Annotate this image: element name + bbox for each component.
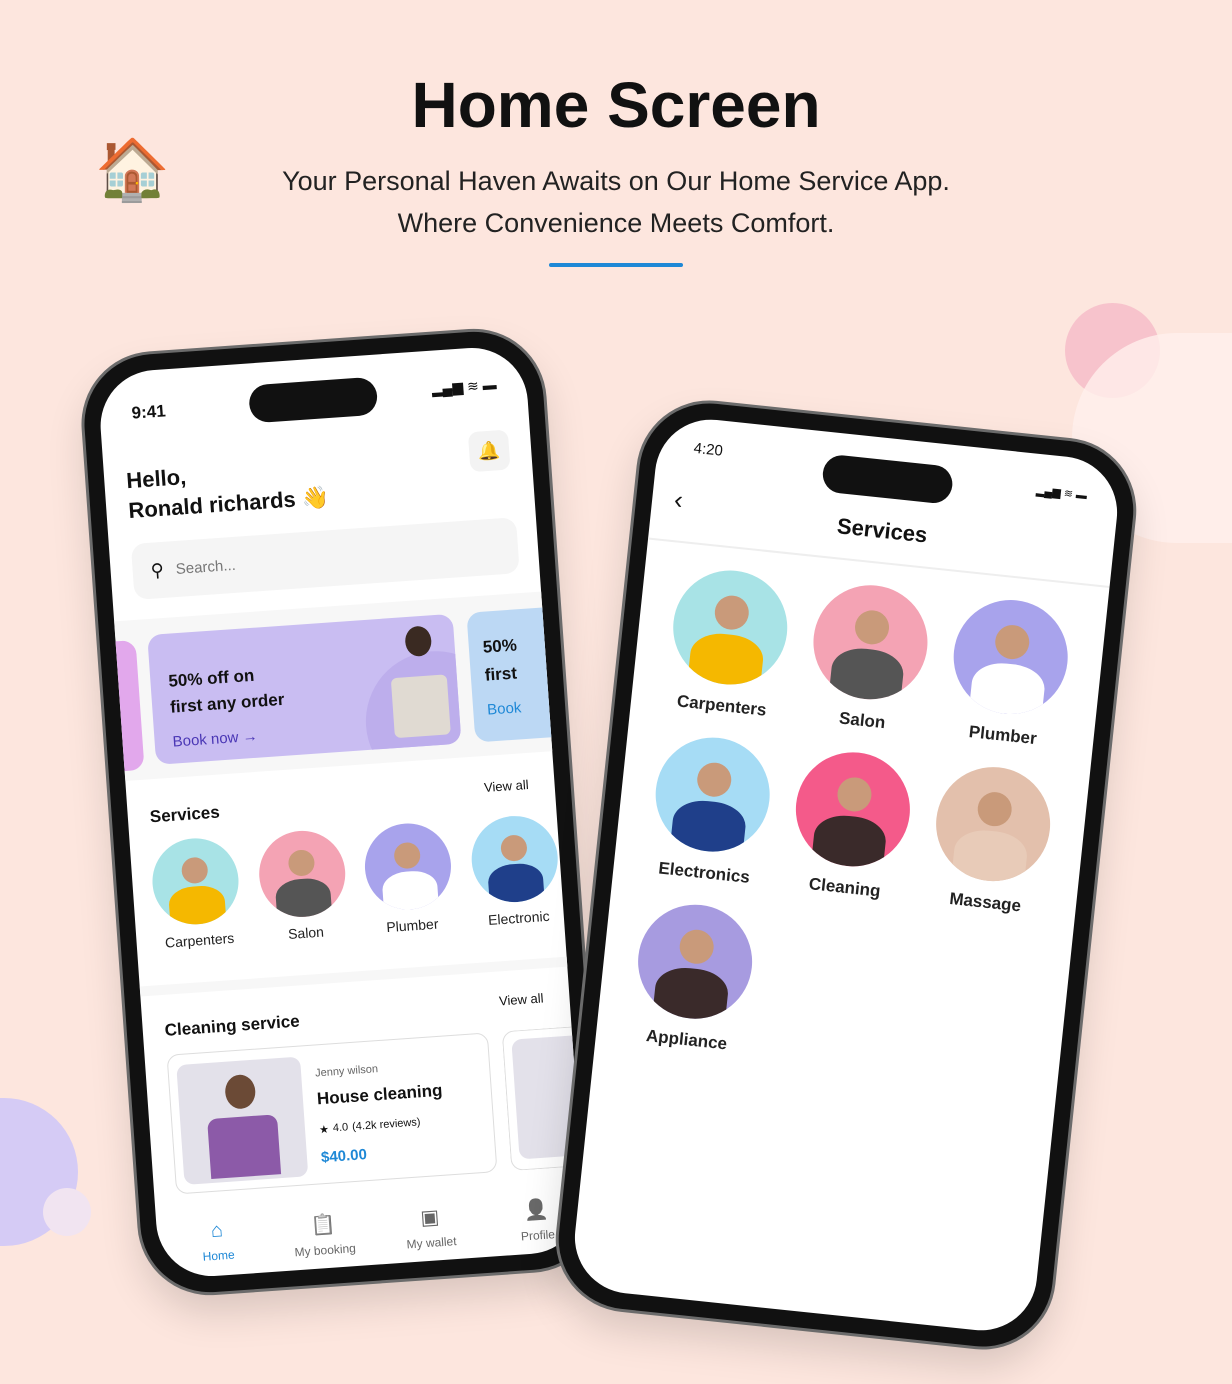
card-rating: ★ 4.0 (4.2k reviews) <box>319 1116 421 1136</box>
banner-next[interactable]: 50% first Book <box>466 606 564 743</box>
bottom-nav: ⌂ Home 📋 My booking ▣ My wallet 👤 Profile <box>176 1195 578 1268</box>
subtitle-line2: Where Convenience Meets Comfort. <box>397 208 835 238</box>
service-item[interactable]: Salon <box>254 828 351 944</box>
greeting: Hello, <box>125 464 187 494</box>
services-list: Carpenters Salon Plumber Electronic <box>148 813 565 951</box>
book-now-link[interactable]: Book now → <box>172 728 258 751</box>
service-item[interactable]: Carpenters <box>148 835 245 951</box>
status-icons: ▂▄▆ ≋ ▬ <box>1035 484 1088 503</box>
service-tile[interactable]: Cleaning <box>773 745 929 905</box>
service-avatar-image <box>930 761 1057 887</box>
service-avatar-image <box>149 835 242 928</box>
wallet-icon: ▣ <box>419 1206 441 1230</box>
service-tile[interactable]: Electronics <box>633 731 789 891</box>
service-label: Massage <box>948 889 1022 916</box>
service-avatar-image <box>667 564 793 691</box>
cleaning-view-all[interactable]: View all <box>498 990 544 1008</box>
dynamic-island <box>248 376 379 424</box>
service-label: Appliance <box>645 1026 728 1054</box>
service-label: Salon <box>287 923 325 943</box>
search-placeholder: Search... <box>175 556 237 578</box>
service-avatar-image <box>790 746 916 873</box>
search-icon: ⚲ <box>149 559 165 581</box>
service-label: Plumber <box>967 722 1038 749</box>
service-item[interactable]: Electronic <box>467 813 564 929</box>
service-label: Cleaning <box>807 874 882 901</box>
nav-my-wallet[interactable]: ▣ My wallet <box>389 1202 472 1252</box>
service-label: Carpenters <box>164 929 235 951</box>
home-icon: ⌂ <box>210 1219 224 1243</box>
card-title: House cleaning <box>316 1080 443 1109</box>
service-item[interactable]: Plumber <box>360 820 457 936</box>
rating-value: 4.0 <box>332 1121 349 1135</box>
title-underline <box>549 263 683 267</box>
home-phone: 9:41 ▂▄▆ ≋ ▬ Hello, Ronald richards 👋 🔔 … <box>79 327 605 1297</box>
review-count: (4.2k reviews) <box>351 1116 421 1134</box>
service-label: Carpenters <box>676 691 768 720</box>
services-view-all[interactable]: View all <box>484 777 530 795</box>
service-label: Electronic <box>487 907 551 929</box>
promo-banner[interactable]: 50% off on first any order Book now → <box>147 613 462 765</box>
nav-my-booking[interactable]: 📋 My booking <box>283 1210 366 1260</box>
services-title: Services <box>835 513 929 548</box>
service-tile[interactable]: Appliance <box>615 898 771 1058</box>
search-input[interactable]: ⚲ Search... <box>130 517 520 600</box>
banner-next-cta[interactable]: Book <box>487 696 562 718</box>
subtitle-line1: Your Personal Haven Awaits on Our Home S… <box>282 166 950 196</box>
divider <box>139 955 580 997</box>
services-grid: Carpenters Salon Plumber Electronics Cleanin… <box>615 563 1087 1087</box>
status-time: 9:41 <box>131 401 167 423</box>
status-icons: ▂▄▆ ≋ ▬ <box>431 376 498 397</box>
home-screen: 9:41 ▂▄▆ ≋ ▬ Hello, Ronald richards 👋 🔔 … <box>96 344 588 1280</box>
status-time: 4:20 <box>692 439 724 460</box>
banner-carousel[interactable]: 50% off on first any order Book now → 50… <box>96 590 565 782</box>
service-label: Electronics <box>657 858 751 887</box>
nav-home[interactable]: ⌂ Home <box>176 1217 259 1267</box>
notification-bell-icon[interactable]: 🔔 <box>467 429 511 473</box>
decor-circle <box>43 1188 91 1236</box>
banner-next-line1: 50% <box>482 635 518 657</box>
services-screen: 4:20 ▂▄▆ ≋ ▬ ‹ Services Carpenters Salon P… <box>569 414 1123 1336</box>
service-tile[interactable]: Massage <box>914 760 1070 920</box>
service-avatar-image <box>649 731 775 858</box>
user-icon: 👤 <box>523 1198 550 1223</box>
cleaning-title: Cleaning service <box>164 1011 301 1040</box>
banner-prev[interactable] <box>96 639 145 773</box>
service-tile[interactable]: Plumber <box>931 593 1087 753</box>
service-avatar-image <box>632 899 758 1025</box>
banner-line1: 50% off on <box>167 665 255 691</box>
card-price: $40.00 <box>320 1146 368 1167</box>
card-image <box>176 1056 309 1185</box>
page-title: Home Screen <box>411 69 821 141</box>
nav-label: My wallet <box>406 1234 458 1252</box>
service-label: Salon <box>838 708 887 733</box>
nav-label: Profile <box>520 1227 556 1244</box>
star-icon: ★ <box>318 1123 330 1137</box>
nav-label: Home <box>202 1247 236 1264</box>
card-provider: Jenny wilson <box>314 1063 379 1080</box>
banner-line2: first any order <box>169 689 285 717</box>
clipboard-icon: 📋 <box>310 1213 337 1238</box>
services-title: Services <box>149 802 221 827</box>
service-avatar-image <box>807 579 934 705</box>
service-avatar-image <box>948 594 1074 720</box>
dynamic-island <box>820 453 955 505</box>
service-avatar-image <box>468 813 561 905</box>
nav-label: My booking <box>294 1241 357 1260</box>
service-label: Plumber <box>385 915 439 936</box>
service-tile[interactable]: Salon <box>791 578 947 738</box>
banner-person-image <box>387 624 455 748</box>
service-avatar-image <box>255 828 348 920</box>
service-card[interactable]: Jenny wilson House cleaning ★ 4.0 (4.2k re… <box>166 1032 498 1195</box>
banner-next-line2: first <box>484 663 518 685</box>
services-phone: 4:20 ▂▄▆ ≋ ▬ ‹ Services Carpenters Salon P… <box>551 396 1141 1354</box>
service-tile[interactable]: Carpenters <box>650 563 806 723</box>
service-avatar-image <box>362 820 455 913</box>
